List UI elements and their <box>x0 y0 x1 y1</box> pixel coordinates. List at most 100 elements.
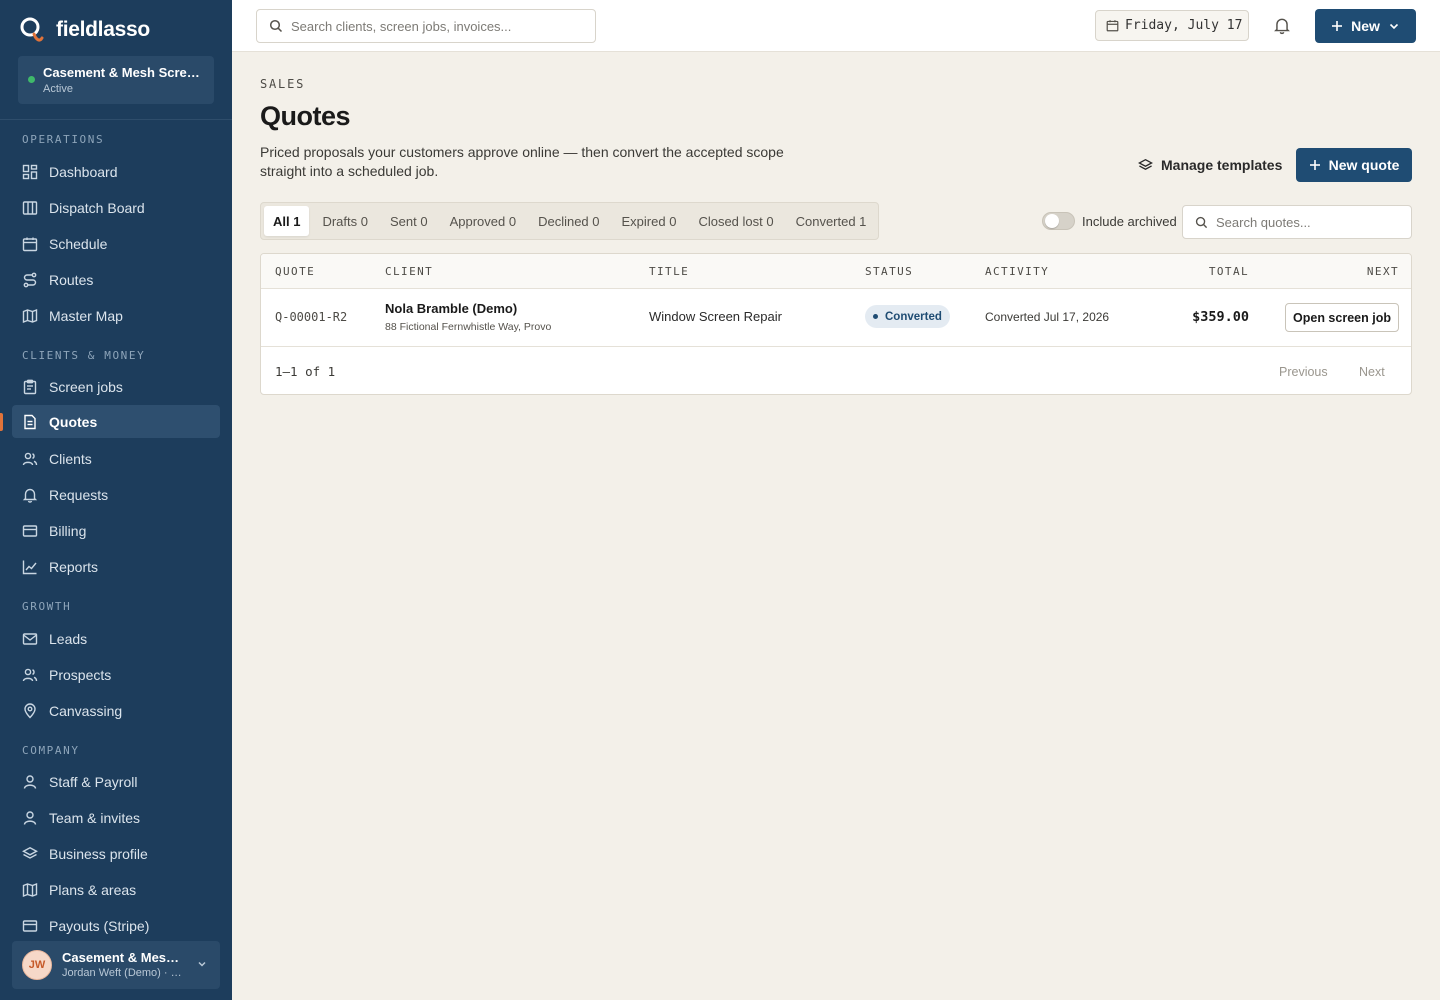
quote-title: Window Screen Repair <box>649 309 782 324</box>
manage-templates-button[interactable]: Manage templates <box>1138 150 1282 180</box>
sidebar-item-quotes[interactable]: Quotes <box>12 405 220 438</box>
col-title[interactable]: TITLE <box>649 265 689 278</box>
col-activity[interactable]: ACTIVITY <box>985 265 1049 278</box>
quote-search-input[interactable] <box>1216 214 1396 230</box>
client-address: 88 Fictional Fernwhistle Way, Provo <box>385 321 552 333</box>
next-page-button[interactable]: Next <box>1359 365 1385 379</box>
tab-all[interactable]: All 1 <box>264 206 310 236</box>
tab-sent[interactable]: Sent 0 <box>381 206 437 236</box>
card-icon <box>22 919 38 932</box>
sidebar-item-label: Screen jobs <box>49 378 123 395</box>
sidebar-item-label: Schedule <box>49 235 108 252</box>
date-picker[interactable]: Friday, July 17 <box>1095 10 1249 41</box>
new-button[interactable]: New <box>1315 9 1416 43</box>
org-status: Active <box>43 83 73 95</box>
status-tabs: All 1 Drafts 0 Sent 0 Approved 0 Decline… <box>260 202 880 240</box>
sidebar-item-dashboard[interactable]: Dashboard <box>12 155 220 188</box>
col-total[interactable]: TOTAL <box>1209 265 1249 278</box>
sidebar-item-label: Payouts (Stripe) <box>49 917 150 934</box>
page-eyebrow: SALES <box>260 77 306 91</box>
open-screen-job-button[interactable]: Open screen job <box>1285 303 1399 332</box>
col-next: NEXT <box>1366 265 1399 278</box>
sidebar-item-label: Business profile <box>49 845 148 862</box>
sidebar-item-dispatch-board[interactable]: Dispatch Board <box>12 191 220 224</box>
col-quote[interactable]: QUOTE <box>275 265 315 278</box>
org-switcher[interactable]: Casement & Mesh Screen... Active <box>18 56 214 104</box>
fieldlasso-logo-icon <box>20 16 44 44</box>
topbar: Friday, July 17 New <box>232 0 1440 52</box>
sidebar-item-screen-jobs[interactable]: Screen jobs <box>12 370 220 403</box>
tab-approved[interactable]: Approved 0 <box>441 206 526 236</box>
org-name: Casement & Mesh Screen... <box>43 65 205 80</box>
tab-drafts[interactable]: Drafts 0 <box>313 206 377 236</box>
global-search[interactable] <box>256 9 596 43</box>
user-menu[interactable]: JW Casement & Mesh ... Jordan Weft (Demo… <box>12 941 220 989</box>
previous-page-button[interactable]: Previous <box>1279 365 1328 379</box>
layers-icon <box>1138 158 1153 170</box>
col-status[interactable]: STATUS <box>865 265 913 278</box>
map-icon <box>22 308 38 323</box>
quotes-table: QUOTE CLIENT TITLE STATUS ACTIVITY TOTAL… <box>260 253 1412 395</box>
plus-icon <box>1332 21 1343 31</box>
page-description: Priced proposals your customers approve … <box>260 144 784 179</box>
sidebar-item-payouts-stripe[interactable]: Payouts (Stripe) <box>12 909 220 942</box>
table-row[interactable]: Q-00001-R2 Nola Bramble (Demo) 88 Fictio… <box>261 289 1411 347</box>
sidebar-item-business-profile[interactable]: Business profile <box>12 837 220 870</box>
tab-expired[interactable]: Expired 0 <box>613 206 686 236</box>
card-icon <box>22 524 38 537</box>
sidebar-item-label: Routes <box>49 271 94 288</box>
sidebar-item-clients[interactable]: Clients <box>12 442 220 475</box>
user-org-name: Casement & Mesh ... <box>62 950 186 965</box>
calendar-icon <box>1106 20 1119 32</box>
sidebar-item-master-map[interactable]: Master Map <box>12 299 220 332</box>
new-quote-label: New quote <box>1328 157 1400 173</box>
dashboard-icon <box>22 164 38 179</box>
sidebar-item-label: Master Map <box>49 307 123 324</box>
tab-closed-lost[interactable]: Closed lost 0 <box>689 206 782 236</box>
route-icon <box>23 272 37 287</box>
quote-search[interactable] <box>1182 205 1412 239</box>
sidebar-item-reports[interactable]: Reports <box>12 550 220 583</box>
sidebar-item-label: Plans & areas <box>49 881 137 898</box>
col-client[interactable]: CLIENT <box>385 265 433 278</box>
brand-name: fieldlasso <box>56 18 150 41</box>
chart-icon <box>22 560 37 574</box>
table-header: QUOTE CLIENT TITLE STATUS ACTIVITY TOTAL… <box>261 254 1411 289</box>
client-name[interactable]: Nola Bramble (Demo) <box>385 301 517 316</box>
bell-icon <box>22 488 38 503</box>
sidebar-item-canvassing[interactable]: Canvassing <box>12 694 220 727</box>
user-icon <box>23 774 37 789</box>
new-quote-button[interactable]: New quote <box>1296 148 1412 182</box>
archived-switch[interactable] <box>1042 212 1075 230</box>
sidebar-item-label: Billing <box>49 522 87 539</box>
include-archived-toggle[interactable]: Include archived <box>1042 212 1177 230</box>
quote-number[interactable]: Q-00001-R2 <box>275 310 347 324</box>
sidebar-item-label: Requests <box>49 486 109 503</box>
sidebar-item-plans-areas[interactable]: Plans & areas <box>12 873 220 906</box>
sidebar-item-requests[interactable]: Requests <box>12 478 220 511</box>
notifications-bell-icon[interactable] <box>1273 16 1291 35</box>
sidebar-item-label: Canvassing <box>49 702 123 719</box>
chevron-down-icon <box>198 961 206 967</box>
sidebar-item-label: Dashboard <box>49 163 118 180</box>
tab-declined[interactable]: Declined 0 <box>529 206 608 236</box>
new-button-label: New <box>1351 18 1380 34</box>
tab-converted[interactable]: Converted 1 <box>787 206 876 236</box>
manage-templates-label: Manage templates <box>1161 157 1283 173</box>
quote-total: $359.00 <box>1192 309 1249 325</box>
sidebar-item-leads[interactable]: Leads <box>12 622 220 655</box>
global-search-input[interactable] <box>291 18 581 34</box>
include-archived-label: Include archived <box>1082 213 1177 229</box>
status-badge: Converted <box>865 305 950 328</box>
sidebar-item-routes[interactable]: Routes <box>12 263 220 296</box>
sidebar-item-billing[interactable]: Billing <box>12 514 220 547</box>
pagination-info: 1–1 of 1 <box>275 364 336 379</box>
sidebar-item-team-invites[interactable]: Team & invites <box>12 801 220 834</box>
user-icon <box>23 810 37 825</box>
clipboard-icon <box>23 379 37 394</box>
sidebar-item-prospects[interactable]: Prospects <box>12 658 220 691</box>
brand[interactable]: fieldlasso <box>20 16 150 44</box>
sidebar-item-staff-payroll[interactable]: Staff & Payroll <box>12 765 220 798</box>
sidebar-item-label: Reports <box>49 558 99 575</box>
sidebar-item-schedule[interactable]: Schedule <box>12 227 220 260</box>
